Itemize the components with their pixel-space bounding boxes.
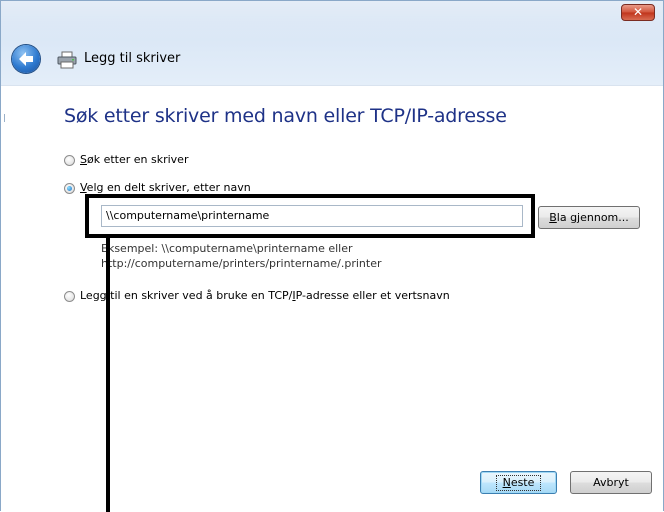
callout-highlight-box [85,194,535,238]
radio-tcpip[interactable] [64,291,75,302]
next-accel: N [502,476,511,489]
browse-button[interactable]: Bla gjennom... [538,206,640,229]
close-button[interactable]: ✕ [621,4,655,21]
option-search-printer[interactable]: Søk etter en skriver [64,153,188,167]
radio-select-shared[interactable] [64,183,75,194]
radio-search-printer[interactable] [64,155,75,166]
close-icon: ✕ [632,5,644,19]
option-tcpip-label: P-adresse eller et vertsnavn [295,289,450,302]
next-button[interactable]: Neste [480,471,557,494]
next-label: este [510,476,535,489]
option-tcpip[interactable]: Legg til en skriver ved å bruke en TCP/I… [64,289,450,303]
option-select-shared[interactable]: Velg en delt skriver, etter navn [64,181,251,195]
window-edge-mark [1,114,5,122]
page-heading: Søk etter skriver med navn eller TCP/IP-… [64,105,507,127]
title-bar [1,1,663,85]
callout-line [106,238,110,512]
window-title: Legg til skriver [84,51,181,66]
add-printer-window: ✕ Legg til skriver Søk etter skriver med… [0,0,664,512]
printer-icon [57,51,77,69]
option-search-label: øk etter en skriver [86,153,189,166]
browse-label: la gjennom... [556,211,629,224]
option-search-accel: S [80,153,87,166]
cancel-button[interactable]: Avbryt [570,471,652,494]
title-bar-gloss [1,1,663,39]
option-tcpip-label-pre: Legg til en skriver ved å bruke en TCP/ [80,289,293,302]
back-arrow-icon [19,52,33,66]
back-button[interactable] [12,45,40,73]
option-shared-label: elg en delt skriver, etter navn [86,181,251,194]
example-line-1: Eksempel: \\computername\printername ell… [101,242,353,255]
option-shared-accel: V [80,181,87,194]
example-hint: Eksempel: \\computername\printername ell… [101,241,382,271]
next-button-focus: Neste [495,475,542,491]
example-line-2: http://computername/printers/printername… [101,257,382,270]
browse-accel: B [549,211,557,224]
